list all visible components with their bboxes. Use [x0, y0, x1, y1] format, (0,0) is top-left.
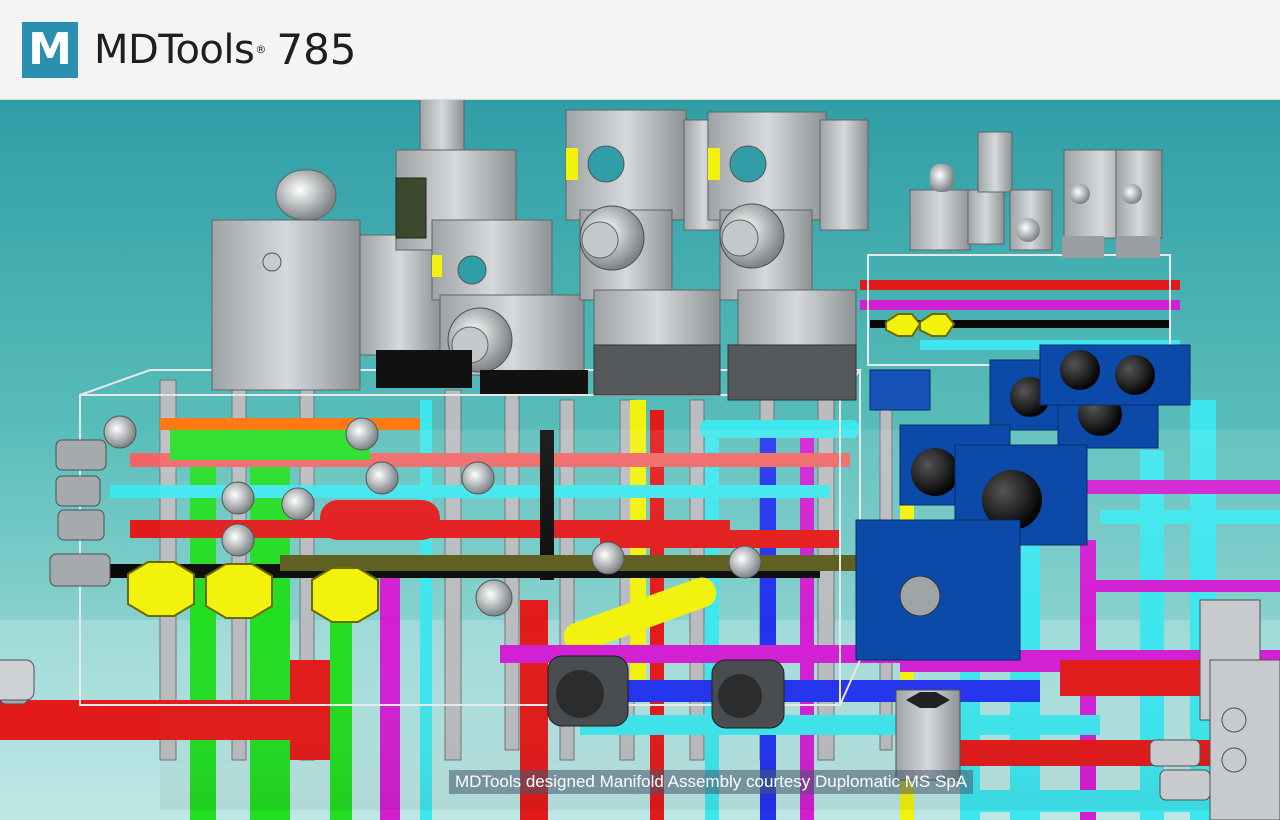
- registered-mark: ®: [255, 43, 267, 56]
- brand-title: MDTools ® 785: [94, 24, 357, 76]
- logo-letter: M: [28, 24, 72, 75]
- corner-fitting: [0, 659, 35, 701]
- app-header: M MDTools ® 785: [0, 0, 1280, 100]
- manifold-assembly-render: [0, 100, 1280, 820]
- cad-viewport[interactable]: [0, 100, 1280, 820]
- image-caption: MDTools designed Manifold Assembly court…: [449, 770, 974, 794]
- mdtools-logo-icon: M: [22, 22, 78, 78]
- valve-stack-far: [909, 131, 1163, 258]
- valve-stack-center: [565, 109, 869, 401]
- valve-stack-left: [211, 100, 588, 394]
- brand-version: 785: [276, 25, 357, 74]
- brand-name: MDTools: [94, 27, 255, 73]
